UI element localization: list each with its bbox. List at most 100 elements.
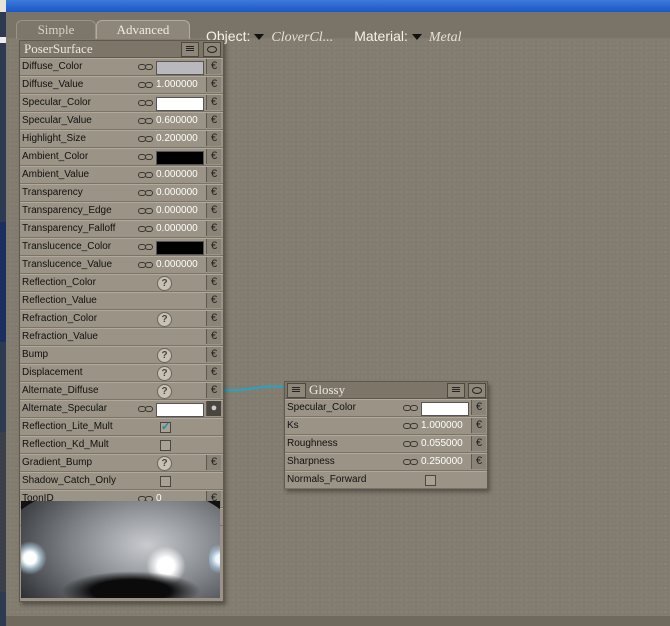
param-value[interactable]: 1.000000	[156, 77, 198, 93]
checkbox[interactable]	[425, 475, 436, 486]
link-icon[interactable]	[403, 405, 418, 411]
input-plug-icon[interactable]: €	[206, 149, 221, 164]
help-icon[interactable]: ?	[157, 348, 172, 363]
input-plug-icon[interactable]: €	[206, 185, 221, 200]
checkbox[interactable]	[160, 420, 171, 433]
glossy-titlebar[interactable]: Glossy	[285, 382, 487, 399]
input-plug-icon[interactable]: €	[206, 203, 221, 218]
poser-surface-node[interactable]: PoserSurface Diffuse_Color € Diffuse_Value…	[19, 40, 224, 602]
color-swatch[interactable]	[156, 61, 204, 75]
param-row-refraction-color[interactable]: Refraction_Color? €	[20, 310, 223, 328]
color-swatch[interactable]	[156, 241, 204, 255]
link-icon[interactable]	[138, 118, 153, 124]
param-row-specular-color[interactable]: Specular_Color €	[20, 94, 223, 112]
param-row-bump[interactable]: Bump? €	[20, 346, 223, 364]
input-plug-icon[interactable]: €	[206, 77, 221, 92]
input-plug-icon[interactable]: €	[206, 59, 221, 74]
param-row-translucence-color[interactable]: Translucence_Color €	[20, 238, 223, 256]
link-icon[interactable]	[138, 406, 153, 412]
help-icon[interactable]: ?	[157, 276, 172, 291]
checkbox[interactable]	[160, 476, 171, 487]
poser-surface-titlebar[interactable]: PoserSurface	[20, 41, 223, 58]
param-value[interactable]: 0.200000	[156, 131, 198, 147]
param-value[interactable]: 0.250000	[421, 454, 463, 470]
glossy-output-plug-icon[interactable]	[287, 383, 306, 398]
param-row-reflection-value[interactable]: Reflection_Value €	[20, 292, 223, 310]
link-icon[interactable]	[138, 172, 153, 178]
glossy-node[interactable]: Glossy Specular_Color € Ks 1.000000 € Roughne…	[284, 381, 488, 489]
param-value[interactable]: 0.600000	[156, 113, 198, 129]
input-plug-icon[interactable]: €	[471, 436, 486, 451]
param-row-roughness[interactable]: Roughness 0.055000 €	[285, 435, 487, 453]
link-icon[interactable]	[138, 244, 153, 250]
input-plug-icon[interactable]: €	[206, 383, 221, 398]
color-swatch[interactable]	[156, 403, 204, 417]
connected-plug-icon[interactable]: ●	[206, 401, 221, 416]
param-row-alternate-specular[interactable]: Alternate_Specular ●	[20, 400, 223, 418]
input-plug-icon[interactable]: €	[206, 275, 221, 290]
param-row-reflection-lite-mult[interactable]: Reflection_Lite_Mult	[20, 418, 223, 436]
param-row-ambient-value[interactable]: Ambient_Value 0.000000 €	[20, 166, 223, 184]
color-swatch[interactable]	[156, 151, 204, 165]
param-row-specular-color[interactable]: Specular_Color €	[285, 399, 487, 417]
param-row-transparency-edge[interactable]: Transparency_Edge 0.000000 €	[20, 202, 223, 220]
input-plug-icon[interactable]: €	[206, 113, 221, 128]
color-swatch[interactable]	[421, 402, 469, 416]
glossy-preview-icon[interactable]	[468, 383, 486, 398]
input-plug-icon[interactable]: €	[206, 257, 221, 272]
input-plug-icon[interactable]: €	[471, 454, 486, 469]
link-icon[interactable]	[138, 82, 153, 88]
param-row-reflection-color[interactable]: Reflection_Color? €	[20, 274, 223, 292]
color-swatch[interactable]	[156, 97, 204, 111]
link-icon[interactable]	[138, 136, 153, 142]
input-plug-icon[interactable]: €	[471, 418, 486, 433]
help-icon[interactable]: ?	[157, 366, 172, 381]
param-row-ambient-color[interactable]: Ambient_Color €	[20, 148, 223, 166]
link-icon[interactable]	[138, 154, 153, 160]
input-plug-icon[interactable]: €	[471, 400, 486, 415]
param-row-displacement[interactable]: Displacement? €	[20, 364, 223, 382]
input-plug-icon[interactable]: €	[206, 167, 221, 182]
help-icon[interactable]: ?	[157, 312, 172, 327]
input-plug-icon[interactable]: €	[206, 95, 221, 110]
input-plug-icon[interactable]: €	[206, 329, 221, 344]
node-preview-icon[interactable]	[203, 42, 221, 57]
param-row-diffuse-value[interactable]: Diffuse_Value 1.000000 €	[20, 76, 223, 94]
help-icon[interactable]: ?	[157, 456, 172, 471]
param-row-gradient-bump[interactable]: Gradient_Bump? €	[20, 454, 223, 472]
param-value[interactable]: 1.000000	[421, 418, 463, 434]
param-row-translucence-value[interactable]: Translucence_Value 0.000000 €	[20, 256, 223, 274]
input-plug-icon[interactable]: €	[206, 347, 221, 362]
link-icon[interactable]	[138, 64, 153, 70]
param-row-ks[interactable]: Ks 1.000000 €	[285, 417, 487, 435]
glossy-options-icon[interactable]	[447, 383, 465, 398]
param-value[interactable]: 0.000000	[156, 257, 198, 273]
param-row-transparency[interactable]: Transparency 0.000000 €	[20, 184, 223, 202]
input-plug-icon[interactable]: €	[206, 239, 221, 254]
param-row-diffuse-color[interactable]: Diffuse_Color €	[20, 58, 223, 76]
link-icon[interactable]	[138, 190, 153, 196]
param-value[interactable]: 0.000000	[156, 221, 198, 237]
link-icon[interactable]	[403, 459, 418, 465]
input-plug-icon[interactable]: €	[206, 455, 221, 470]
link-icon[interactable]	[138, 262, 153, 268]
link-icon[interactable]	[403, 423, 418, 429]
param-row-normals-forward[interactable]: Normals_Forward	[285, 471, 487, 489]
input-plug-icon[interactable]: €	[206, 131, 221, 146]
param-row-shadow-catch-only[interactable]: Shadow_Catch_Only	[20, 472, 223, 490]
param-row-refraction-value[interactable]: Refraction_Value €	[20, 328, 223, 346]
link-icon[interactable]	[138, 100, 153, 106]
link-icon[interactable]	[403, 441, 418, 447]
input-plug-icon[interactable]: €	[206, 311, 221, 326]
input-plug-icon[interactable]: €	[206, 365, 221, 380]
param-value[interactable]: 0.000000	[156, 185, 198, 201]
link-icon[interactable]	[138, 226, 153, 232]
link-icon[interactable]	[138, 208, 153, 214]
param-value[interactable]: 0.000000	[156, 167, 198, 183]
input-plug-icon[interactable]: €	[206, 221, 221, 236]
checkbox[interactable]	[160, 440, 171, 451]
param-value[interactable]: 0.055000	[421, 436, 463, 452]
param-row-specular-value[interactable]: Specular_Value 0.600000 €	[20, 112, 223, 130]
param-row-sharpness[interactable]: Sharpness 0.250000 €	[285, 453, 487, 471]
param-row-transparency-falloff[interactable]: Transparency_Falloff 0.000000 €	[20, 220, 223, 238]
